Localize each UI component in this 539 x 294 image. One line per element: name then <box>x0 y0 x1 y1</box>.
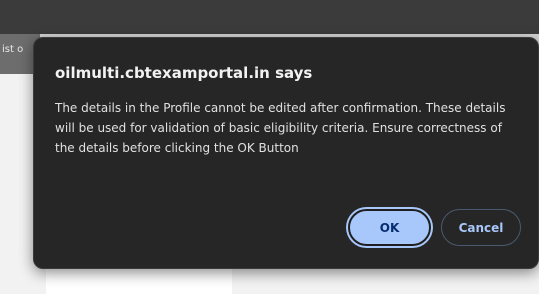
page-header-text-fragment: ist o <box>2 44 24 55</box>
cancel-button[interactable]: Cancel <box>441 209 521 246</box>
alert-dialog: oilmulti.cbtexamportal.in says The detai… <box>33 37 539 269</box>
dialog-message: The details in the Profile cannot be edi… <box>55 101 506 155</box>
ok-button[interactable]: OK <box>348 209 431 246</box>
browser-topbar <box>0 0 539 34</box>
dialog-title: oilmulti.cbtexamportal.in says <box>55 64 313 82</box>
